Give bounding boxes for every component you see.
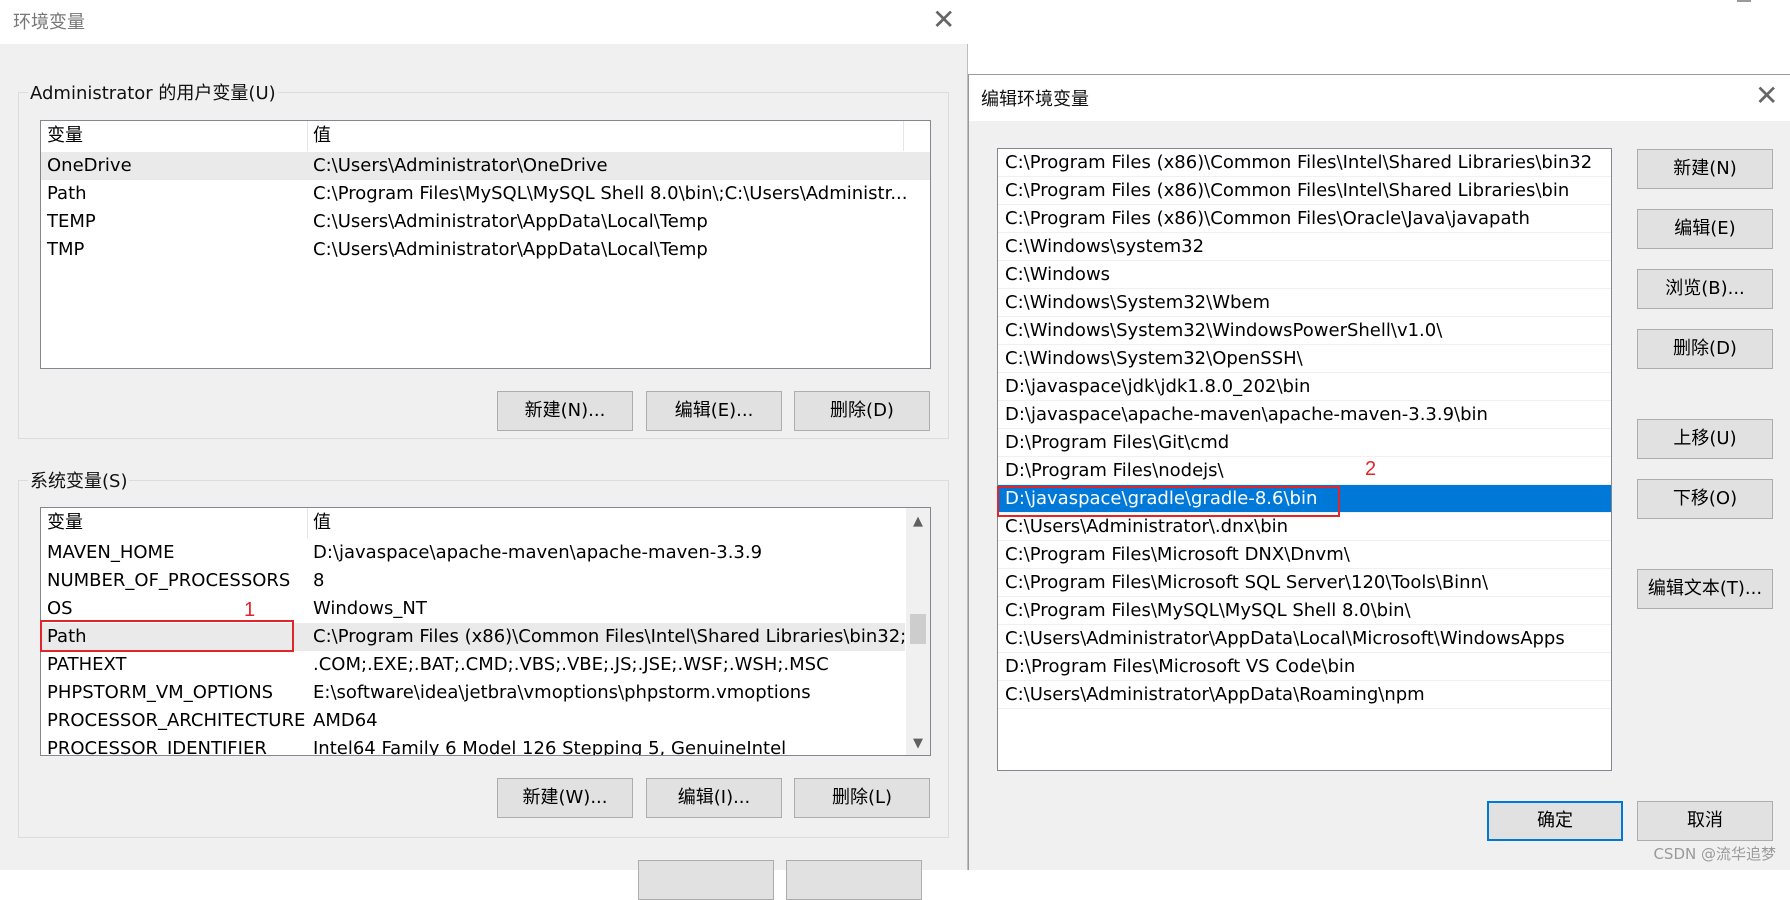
user-new-button[interactable]: 新建(N)...: [497, 391, 633, 431]
path-entry[interactable]: C:\Users\Administrator\AppData\Roaming\n…: [998, 681, 1611, 709]
variable-value: Intel64 Family 6 Model 126 Stepping 5, G…: [313, 738, 787, 756]
table-row[interactable]: PROCESSOR_IDENTIFIER Intel64 Family 6 Mo…: [41, 735, 905, 756]
path-entry[interactable]: C:\Program Files\Microsoft SQL Server\12…: [998, 569, 1611, 597]
edit-text-button[interactable]: 编辑文本(T)...: [1637, 569, 1773, 609]
background-window-edge: [1737, 0, 1751, 2]
variable-name: OneDrive: [47, 155, 132, 176]
dialog-title: 编辑环境变量: [981, 89, 1089, 110]
path-entry[interactable]: D:\Program Files\nodejs\: [998, 457, 1611, 485]
table-row[interactable]: MAVEN_HOME D:\javaspace\apache-maven\apa…: [41, 539, 905, 567]
title-bar: 环境变量 ✕: [0, 0, 968, 44]
table-row[interactable]: PATHEXT .COM;.EXE;.BAT;.CMD;.VBS;.VBE;.J…: [41, 651, 905, 679]
table-row[interactable]: OneDrive C:\Users\Administrator\OneDrive: [41, 152, 930, 180]
table-row[interactable]: Path C:\Program Files\MySQL\MySQL Shell …: [41, 180, 930, 208]
path-entry[interactable]: C:\Program Files\Microsoft DNX\Dnvm\: [998, 541, 1611, 569]
user-delete-button[interactable]: 删除(D): [794, 391, 930, 431]
new-button[interactable]: 新建(N): [1637, 149, 1773, 189]
path-entry[interactable]: C:\Program Files (x86)\Common Files\Orac…: [998, 205, 1611, 233]
variable-name: PHPSTORM_VM_OPTIONS: [47, 682, 274, 703]
variable-value: C:\Program Files (x86)\Common Files\Inte…: [313, 626, 905, 647]
path-entry[interactable]: C:\Windows: [998, 261, 1611, 289]
list-header: 变量 值: [41, 508, 930, 538]
scroll-down-icon[interactable]: ▼: [906, 736, 930, 751]
variable-value: E:\software\idea\jetbra\vmoptions\phpsto…: [313, 682, 811, 703]
variable-name: PROCESSOR_IDENTIFIER: [47, 738, 267, 756]
variable-value: Windows_NT: [313, 598, 427, 619]
edit-button[interactable]: 编辑(E): [1637, 209, 1773, 249]
edit-environment-variable-dialog: 编辑环境变量 ✕ C:\Program Files (x86)\Common F…: [968, 74, 1790, 870]
path-entry[interactable]: C:\Users\Administrator\AppData\Local\Mic…: [998, 625, 1611, 653]
cancel-button[interactable]: 取消: [1637, 801, 1773, 841]
variable-value: 8: [313, 570, 325, 591]
watermark: CSDN @流华追梦: [1653, 845, 1776, 863]
variable-value: AMD64: [313, 710, 378, 731]
column-header-value[interactable]: 值: [307, 121, 867, 151]
title-bar: 编辑环境变量 ✕: [969, 75, 1790, 121]
cancel-button-partial[interactable]: [786, 860, 922, 900]
table-row[interactable]: PROCESSOR_ARCHITECTURE AMD64: [41, 707, 905, 735]
system-new-button[interactable]: 新建(W)...: [497, 778, 633, 818]
path-entry[interactable]: C:\Windows\System32\Wbem: [998, 289, 1611, 317]
path-entries-list[interactable]: C:\Program Files (x86)\Common Files\Inte…: [997, 148, 1612, 771]
scroll-up-icon[interactable]: ▲: [906, 514, 930, 529]
vertical-scrollbar[interactable]: ▲ ▼: [906, 508, 930, 755]
variable-name: Path: [47, 183, 87, 204]
path-entry[interactable]: C:\Windows\system32: [998, 233, 1611, 261]
table-row[interactable]: PHPSTORM_VM_OPTIONS E:\software\idea\jet…: [41, 679, 905, 707]
column-header-variable[interactable]: 变量: [41, 121, 307, 151]
table-row[interactable]: TMP C:\Users\Administrator\AppData\Local…: [41, 236, 930, 264]
list-header: 变量 值: [41, 121, 930, 151]
table-row[interactable]: TEMP C:\Users\Administrator\AppData\Loca…: [41, 208, 930, 236]
variable-value: .COM;.EXE;.BAT;.CMD;.VBS;.VBE;.JS;.JSE;.…: [313, 654, 829, 675]
delete-button[interactable]: 删除(D): [1637, 329, 1773, 369]
variable-name: NUMBER_OF_PROCESSORS: [47, 570, 291, 591]
path-entry[interactable]: C:\Users\Administrator\.dnx\bin: [998, 513, 1611, 541]
path-entry[interactable]: C:\Windows\System32\WindowsPowerShell\v1…: [998, 317, 1611, 345]
variable-value: D:\javaspace\apache-maven\apache-maven-3…: [313, 542, 763, 563]
move-down-button[interactable]: 下移(O): [1637, 479, 1773, 519]
path-entry[interactable]: D:\Program Files\Microsoft VS Code\bin: [998, 653, 1611, 681]
environment-variables-dialog: 环境变量 ✕ Administrator 的用户变量(U) 变量 值 OneDr…: [0, 0, 968, 900]
path-entry[interactable]: C:\Windows\System32\OpenSSH\: [998, 345, 1611, 373]
table-row[interactable]: OS Windows_NT: [41, 595, 905, 623]
annotation-highlight-gradle: [997, 486, 1340, 517]
path-entry[interactable]: D:\Program Files\Git\cmd: [998, 429, 1611, 457]
move-up-button[interactable]: 上移(U): [1637, 419, 1773, 459]
ok-button[interactable]: 确定: [1487, 801, 1623, 841]
column-header-variable[interactable]: 变量: [41, 508, 307, 538]
path-entry[interactable]: C:\Program Files (x86)\Common Files\Inte…: [998, 177, 1611, 205]
scrollbar-thumb[interactable]: [910, 614, 926, 644]
variable-name: TEMP: [47, 211, 96, 232]
variable-value: C:\Users\Administrator\OneDrive: [313, 155, 608, 176]
path-entry[interactable]: D:\javaspace\apache-maven\apache-maven-3…: [998, 401, 1611, 429]
user-edit-button[interactable]: 编辑(E)...: [646, 391, 782, 431]
annotation-number: 1: [244, 599, 256, 621]
ok-button-partial[interactable]: [638, 860, 774, 900]
user-variables-label: Administrator 的用户变量(U): [28, 79, 278, 105]
variable-value: C:\Program Files\MySQL\MySQL Shell 8.0\b…: [313, 183, 908, 204]
close-icon[interactable]: ✕: [1755, 82, 1778, 110]
close-icon[interactable]: ✕: [932, 6, 955, 34]
path-entry[interactable]: C:\Program Files\MySQL\MySQL Shell 8.0\b…: [998, 597, 1611, 625]
system-variables-label: 系统变量(S): [28, 467, 130, 493]
variable-name: OS: [47, 598, 73, 619]
annotation-highlight-path: [40, 620, 294, 652]
system-edit-button[interactable]: 编辑(I)...: [646, 778, 782, 818]
variable-name: TMP: [47, 239, 85, 260]
variable-value: C:\Users\Administrator\AppData\Local\Tem…: [313, 211, 708, 232]
path-entry[interactable]: C:\Program Files (x86)\Common Files\Inte…: [998, 149, 1611, 177]
path-entry[interactable]: D:\javaspace\jdk\jdk1.8.0_202\bin: [998, 373, 1611, 401]
user-variables-list[interactable]: 变量 值 OneDrive C:\Users\Administrator\One…: [40, 120, 931, 369]
dialog-title: 环境变量: [13, 12, 85, 33]
variable-name: PATHEXT: [47, 654, 127, 675]
table-row[interactable]: NUMBER_OF_PROCESSORS 8: [41, 567, 905, 595]
variable-name: PROCESSOR_ARCHITECTURE: [47, 710, 306, 731]
annotation-number: 2: [1365, 458, 1377, 480]
column-header-value[interactable]: 值: [307, 508, 867, 538]
variable-value: C:\Users\Administrator\AppData\Local\Tem…: [313, 239, 708, 260]
browse-button[interactable]: 浏览(B)...: [1637, 269, 1773, 309]
system-delete-button[interactable]: 删除(L): [794, 778, 930, 818]
variable-name: MAVEN_HOME: [47, 542, 175, 563]
